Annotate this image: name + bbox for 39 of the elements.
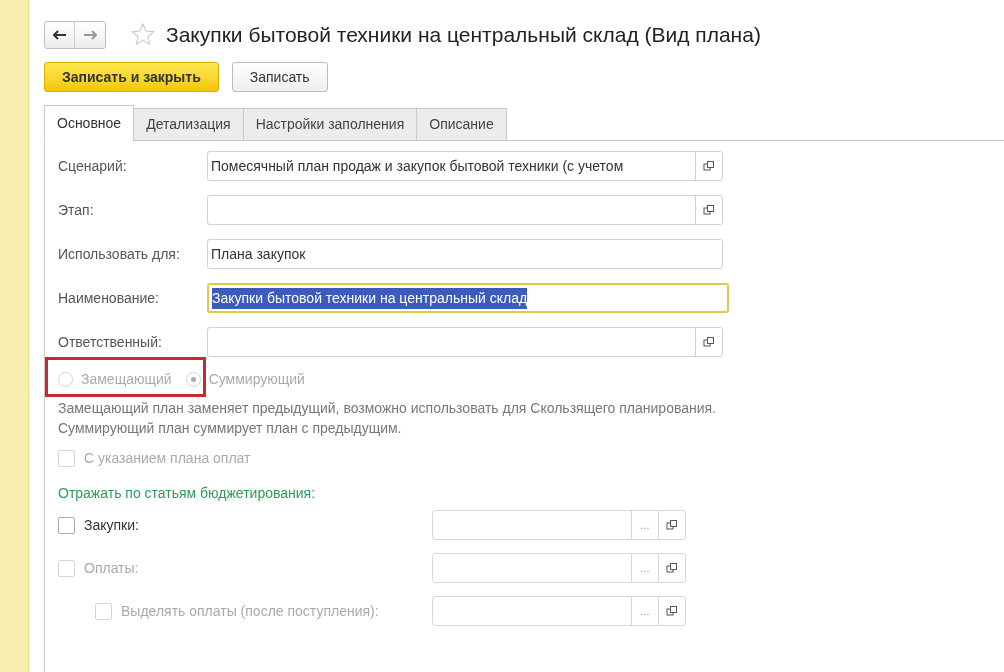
input-field[interactable]: Плана закупок	[207, 239, 723, 269]
checkbox-label: Закупки:	[84, 515, 139, 535]
star-icon[interactable]	[130, 22, 156, 48]
field-label: Ответственный:	[58, 332, 163, 352]
save-and-close-button[interactable]: Записать и закрыть	[44, 62, 219, 92]
open-icon	[703, 160, 715, 172]
save-button[interactable]: Записать	[231, 62, 328, 92]
field-label: Этап:	[58, 200, 95, 220]
input-field[interactable]	[207, 327, 723, 357]
tab[interactable]: Детализация	[133, 108, 244, 141]
open-icon	[666, 519, 678, 531]
description-text: Суммирующий план суммирует план с предыдущим.	[58, 419, 403, 438]
radio-label: Замещающий	[81, 369, 172, 389]
window-title: Закупки бытовой техники на центральный склад (Вид плана)	[166, 22, 761, 49]
checkbox-label: Оплаты:	[84, 558, 139, 578]
input-field[interactable]: Закупки бытовой техники на центральный склад	[207, 283, 729, 313]
field-label: Использовать для:	[58, 244, 181, 264]
radio-label: Суммирующий	[208, 369, 305, 389]
checkbox-label: С указанием плана оплат	[84, 449, 251, 468]
open-icon	[666, 562, 678, 574]
tab[interactable]: Основное	[44, 105, 135, 141]
field-label: Сценарий:	[58, 156, 128, 176]
checkbox-label: Выделять оплаты (после поступления):	[121, 601, 379, 621]
tab[interactable]: Описание	[416, 108, 507, 141]
forward-arrow-icon	[83, 30, 97, 40]
open-icon	[703, 336, 715, 348]
description-text: Замещающий план заменяет предыдущий, возможно использовать для Скользящего планирования.	[58, 399, 717, 418]
input-field[interactable]	[207, 195, 723, 225]
field-label: Наименование:	[58, 288, 160, 308]
field-value: Помесячный план продаж и закупок бытовой техники (с учетом	[211, 156, 624, 176]
tab[interactable]: Настройки заполнения	[242, 108, 418, 141]
open-icon	[703, 204, 715, 216]
checkbox[interactable]	[58, 516, 75, 534]
open-icon	[666, 605, 678, 617]
field-value: Плана закупок	[211, 244, 306, 264]
back-arrow-icon	[52, 30, 67, 40]
input-field[interactable]: Помесячный план продаж и закупок бытовой техники (с учетом	[207, 151, 723, 181]
field-value: Закупки бытовой техники на центральный склад	[212, 287, 528, 309]
section-title: Отражать по статьям бюджетирования:	[58, 484, 317, 503]
